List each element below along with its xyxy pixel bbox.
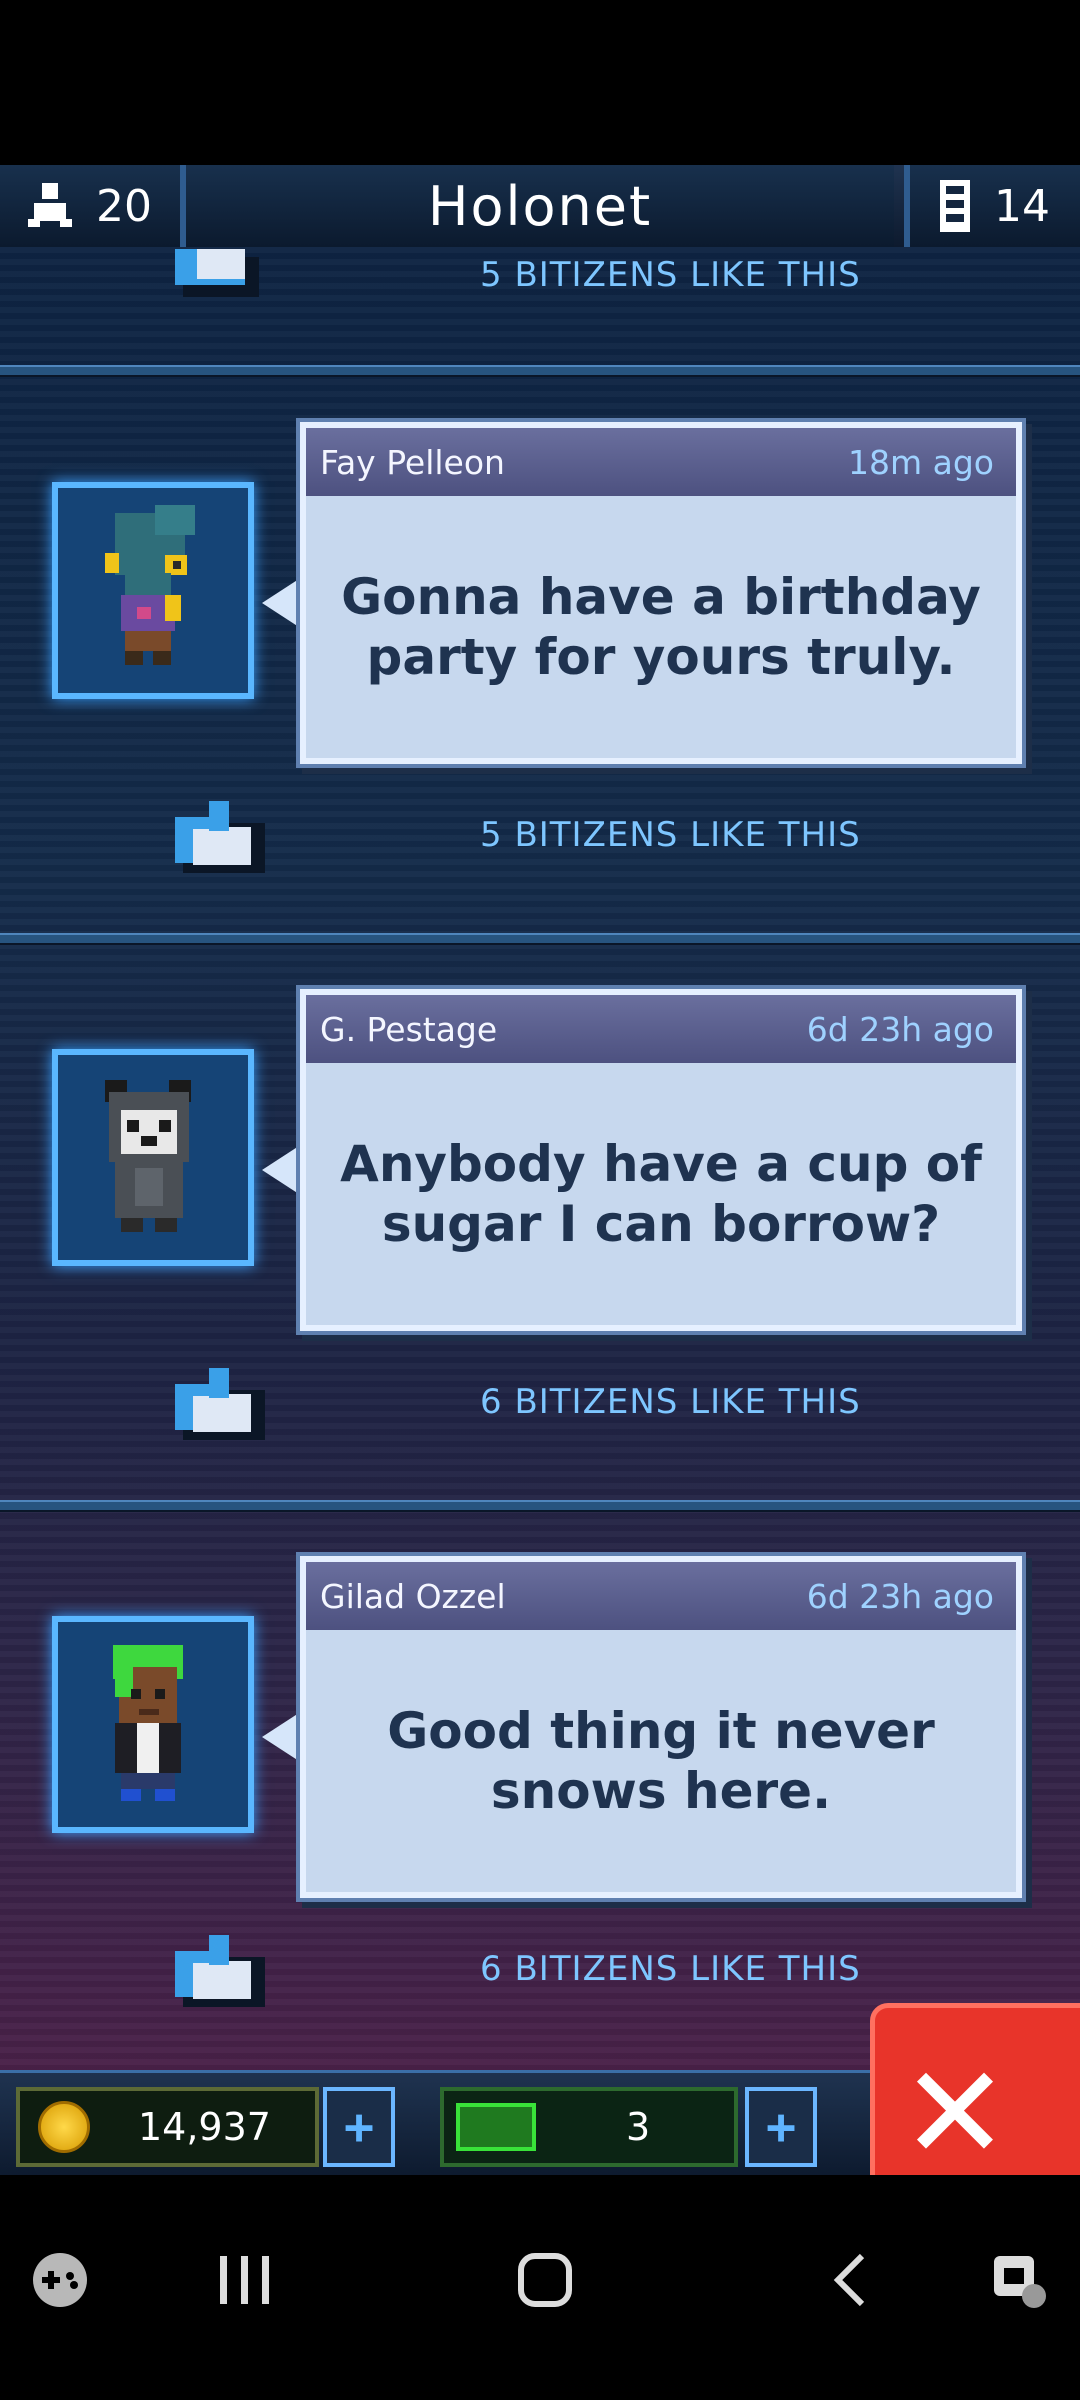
system-nav-bar bbox=[0, 2175, 1080, 2400]
bux-icon bbox=[456, 2103, 536, 2151]
author-name: Gilad Ozzel bbox=[320, 1576, 506, 1616]
like-row: 6 BITIZENS LIKE THIS bbox=[0, 1364, 1080, 1444]
like-count: 6 BITIZENS LIKE THIS bbox=[480, 1382, 861, 1422]
message-bubble: Gilad Ozzel 6d 23h ago Good thing it nev… bbox=[300, 1556, 1022, 1898]
bux-count: 3 bbox=[626, 2105, 651, 2149]
population-count: 20 bbox=[96, 180, 152, 232]
thumbs-up-icon[interactable] bbox=[175, 1364, 265, 1444]
gamepad-icon bbox=[33, 2253, 87, 2307]
partial-like-row: 5 BITIZENS LIKE THIS bbox=[0, 247, 1080, 307]
divider bbox=[0, 365, 1080, 377]
like-row: 5 BITIZENS LIKE THIS bbox=[0, 797, 1080, 877]
add-coins-button[interactable]: + bbox=[323, 2087, 395, 2167]
page-title: Holonet bbox=[186, 165, 894, 247]
alien-avatar-icon bbox=[105, 505, 195, 665]
post-time: 6d 23h ago bbox=[806, 1009, 994, 1049]
post-time: 18m ago bbox=[848, 442, 994, 482]
holonet-feed[interactable]: 5 BITIZENS LIKE THIS Fay Pelleon 18m ago… bbox=[0, 247, 1080, 2070]
floor-count: 14 bbox=[994, 180, 1050, 232]
floors-icon bbox=[940, 180, 970, 232]
bottom-bar: 14,937 + 3 + ✕ bbox=[0, 2003, 1080, 2193]
home-button[interactable] bbox=[500, 2235, 590, 2325]
like-count: 5 BITIZENS LIKE THIS bbox=[480, 815, 861, 855]
post-card: Gilad Ozzel 6d 23h ago Good thing it nev… bbox=[0, 1556, 1080, 2070]
coin-balance: 14,937 bbox=[16, 2087, 319, 2167]
divider bbox=[0, 1500, 1080, 1512]
like-count: 6 BITIZENS LIKE THIS bbox=[480, 1949, 861, 1989]
bux-balance: 3 bbox=[440, 2087, 738, 2167]
bubble-tail bbox=[262, 577, 302, 629]
bubble-header: Fay Pelleon 18m ago bbox=[306, 428, 1016, 496]
avatar[interactable] bbox=[52, 482, 254, 699]
bubble-tail bbox=[262, 1711, 302, 1763]
back-icon bbox=[833, 2253, 865, 2307]
like-count: 5 BITIZENS LIKE THIS bbox=[480, 255, 861, 295]
message-text: Anybody have a cup of sugar I can borrow… bbox=[340, 1135, 982, 1253]
message-text: Good thing it never snows here. bbox=[387, 1702, 935, 1820]
recent-apps-button[interactable] bbox=[200, 2235, 290, 2325]
post-card: Fay Pelleon 18m ago Gonna have a birthda… bbox=[0, 422, 1080, 987]
thumbs-up-icon[interactable] bbox=[175, 797, 265, 877]
thumbs-up-icon[interactable] bbox=[175, 247, 265, 297]
like-row: 6 BITIZENS LIKE THIS bbox=[0, 1931, 1080, 2011]
message-bubble: Fay Pelleon 18m ago Gonna have a birthda… bbox=[300, 422, 1022, 764]
post-time: 6d 23h ago bbox=[806, 1576, 994, 1616]
population-counter[interactable]: 20 bbox=[0, 165, 186, 247]
coin-icon bbox=[38, 2101, 90, 2153]
back-button[interactable] bbox=[805, 2235, 895, 2325]
panda-avatar-icon bbox=[105, 1080, 191, 1232]
game-launcher-button[interactable] bbox=[15, 2235, 105, 2325]
thumbs-up-icon[interactable] bbox=[175, 1931, 265, 2011]
bubble-tail bbox=[262, 1144, 302, 1196]
add-bux-button[interactable]: + bbox=[745, 2087, 817, 2167]
message-text: Gonna have a birthday party for yours tr… bbox=[341, 568, 981, 686]
top-bar: 20 Holonet 14 bbox=[0, 165, 1080, 250]
close-button[interactable]: ✕ bbox=[870, 2003, 1080, 2193]
screenshot-tool-icon bbox=[994, 2256, 1046, 2308]
avatar[interactable] bbox=[52, 1616, 254, 1833]
home-icon bbox=[518, 2253, 572, 2307]
coin-count: 14,937 bbox=[138, 2105, 271, 2149]
post-card: G. Pestage 6d 23h ago Anybody have a cup… bbox=[0, 989, 1080, 1554]
accessibility-button[interactable] bbox=[975, 2235, 1065, 2325]
bubble-header: Gilad Ozzel 6d 23h ago bbox=[306, 1562, 1016, 1630]
message-bubble: G. Pestage 6d 23h ago Anybody have a cup… bbox=[300, 989, 1022, 1331]
divider bbox=[0, 933, 1080, 945]
author-name: Fay Pelleon bbox=[320, 442, 505, 482]
bubble-header: G. Pestage 6d 23h ago bbox=[306, 995, 1016, 1063]
author-name: G. Pestage bbox=[320, 1009, 498, 1049]
person-icon bbox=[28, 183, 72, 227]
close-icon: ✕ bbox=[900, 2037, 1010, 2189]
green-hair-avatar-icon bbox=[113, 1645, 183, 1801]
avatar[interactable] bbox=[52, 1049, 254, 1266]
floor-counter[interactable]: 14 bbox=[904, 165, 1080, 247]
recent-apps-icon bbox=[220, 2256, 269, 2304]
